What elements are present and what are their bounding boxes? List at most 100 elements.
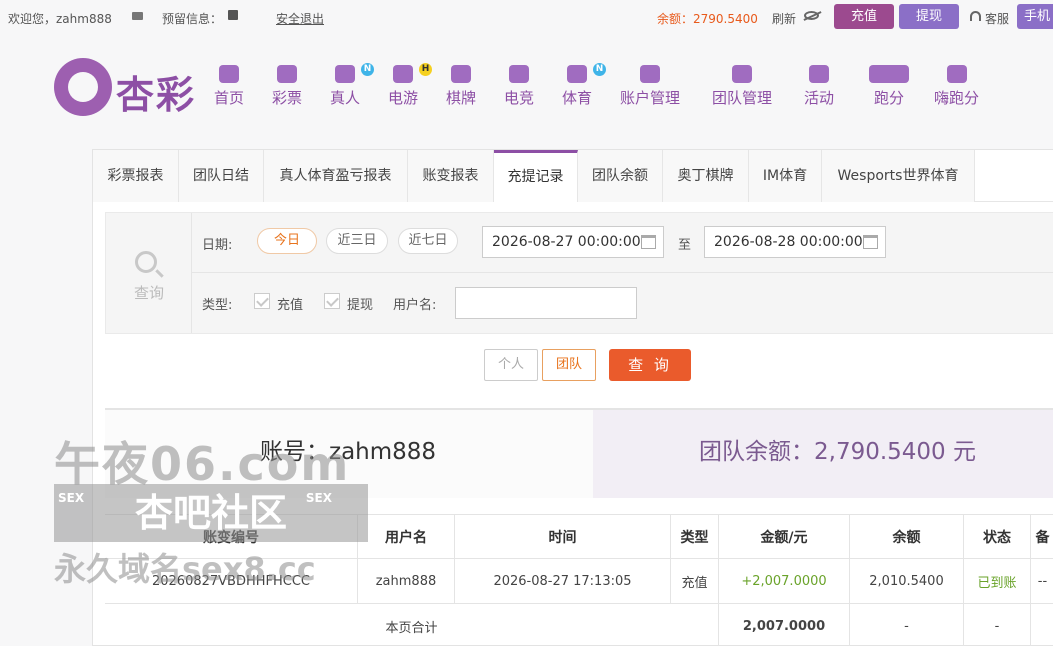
search-icon: [135, 251, 157, 273]
date-row: 日期: 今日 近三日 近七日 2026-08-27 00:00:00 至 202…: [192, 213, 1053, 273]
dealer-icon: [335, 65, 355, 83]
tab-live-sports-pl[interactable]: 真人体育盈亏报表: [264, 150, 408, 202]
total-note: [1031, 604, 1053, 646]
nav-label: 体育: [562, 89, 593, 107]
cell-status: 已到账: [964, 559, 1031, 603]
cell-amount: +2,007.0000: [719, 559, 850, 603]
logo-mark-icon: [54, 58, 112, 116]
tab-team-balance[interactable]: 团队余额: [578, 150, 663, 202]
charge-checkbox-label: 充值: [277, 298, 304, 313]
type-label: 类型:: [202, 298, 233, 313]
nav-label: 嗨跑分: [934, 89, 980, 107]
nav-team[interactable]: 团队管理: [712, 65, 772, 108]
type-row: 类型: 充值 提现 用户名:: [192, 273, 1053, 333]
tab-team-daily[interactable]: 团队日结: [179, 150, 264, 202]
calendar-icon: [863, 235, 878, 249]
col-time: 时间: [455, 515, 671, 558]
refresh-link[interactable]: 刷新: [772, 10, 796, 27]
table-total-row: 本页合计 2,007.0000 - -: [105, 604, 1053, 646]
balance-text: 余额：2790.5400: [657, 12, 758, 26]
site-logo[interactable]: 杏彩: [54, 58, 204, 118]
nav-chess[interactable]: 棋牌: [446, 65, 476, 108]
search-button[interactable]: 查 询: [609, 349, 691, 381]
cell-time: 2026-08-27 17:13:05: [455, 559, 671, 603]
tab-deposit-withdraw[interactable]: 充提记录: [494, 150, 578, 202]
to-label: 至: [678, 238, 692, 253]
nav-live[interactable]: N 真人: [330, 63, 375, 108]
date-to-input[interactable]: 2026-08-28 00:00:00: [704, 226, 886, 258]
nav-label: 棋牌: [446, 89, 477, 107]
ticket-icon: [277, 65, 297, 83]
welcome-text: 欢迎您，zahm888: [8, 12, 112, 26]
reserved-info-label: 预留信息：: [162, 12, 223, 26]
date-from-value: 2026-08-27 00:00:00: [492, 234, 641, 250]
cards-icon: [451, 65, 471, 83]
total-label: 本页合计: [105, 604, 719, 646]
cell-username: zahm888: [358, 559, 455, 603]
hi-icon: [946, 65, 967, 83]
tab-wesports[interactable]: Wesports世界体育: [822, 150, 975, 202]
col-type: 类型: [671, 515, 719, 558]
col-status: 状态: [964, 515, 1031, 558]
date-to-value: 2026-08-28 00:00:00: [714, 234, 863, 250]
nav-label: 电竞: [504, 89, 535, 107]
calendar-icon: [641, 235, 656, 249]
col-balance: 余额: [850, 515, 964, 558]
tab-lottery-report[interactable]: 彩票报表: [93, 150, 179, 202]
nav-label: 活动: [804, 89, 835, 107]
date-from-input[interactable]: 2026-08-27 00:00:00: [482, 226, 664, 258]
new-badge: N: [593, 63, 607, 76]
nav-esports[interactable]: 电竞: [504, 65, 534, 108]
date-label: 日期:: [202, 238, 233, 253]
mobile-button[interactable]: 手机: [1017, 4, 1053, 29]
withdraw-checkbox[interactable]: [324, 293, 340, 309]
team-icon: [732, 65, 752, 83]
nav-sports[interactable]: N 体育: [562, 63, 607, 108]
nav-label: 团队管理: [712, 89, 773, 107]
nav-label: 账户管理: [620, 89, 681, 107]
team-button[interactable]: 团队: [542, 349, 596, 381]
run-icon: [869, 65, 909, 83]
query-box: 查询 日期: 今日 近三日 近七日 2026-08-27 00:00:00 至 …: [105, 212, 1053, 334]
nav-run[interactable]: 跑分: [869, 65, 909, 108]
nav-lottery[interactable]: 彩票: [272, 65, 302, 108]
eye-hidden-icon[interactable]: [804, 11, 819, 20]
customer-service-link[interactable]: 客服: [985, 10, 1009, 27]
username-input[interactable]: [455, 287, 637, 319]
team-balance-text: 团队余额：2,790.5400 元: [699, 439, 976, 465]
charge-button[interactable]: 充值: [834, 4, 894, 29]
mail-icon[interactable]: [132, 12, 143, 20]
edit-icon[interactable]: [228, 10, 238, 20]
charge-checkbox[interactable]: [254, 293, 270, 309]
gift-icon: [809, 65, 829, 83]
nav-activity[interactable]: 活动: [804, 65, 834, 108]
logout-link[interactable]: 安全退出: [276, 10, 324, 27]
nav-hi-run[interactable]: 嗨跑分: [934, 65, 979, 108]
total-amount: 2,007.0000: [719, 604, 850, 646]
nav-slots[interactable]: H 电游: [388, 63, 433, 108]
query-side-label: 查询: [133, 284, 164, 302]
personal-button[interactable]: 个人: [484, 349, 538, 381]
today-button[interactable]: 今日: [257, 228, 317, 254]
cell-balance: 2,010.5400: [850, 559, 964, 603]
seven-days-button[interactable]: 近七日: [398, 228, 458, 254]
nav-label: 电游: [388, 89, 419, 107]
nav-label: 跑分: [873, 89, 904, 107]
withdraw-checkbox-label: 提现: [347, 298, 374, 313]
withdraw-button[interactable]: 提现: [899, 4, 959, 29]
cell-note: --: [1037, 573, 1048, 589]
nav-label: 首页: [214, 89, 245, 107]
tab-balance-change[interactable]: 账变报表: [408, 150, 494, 202]
yen-icon: [640, 65, 660, 83]
esports-icon: [509, 65, 529, 83]
nav-label: 彩票: [272, 89, 303, 107]
col-note: 备: [1035, 529, 1050, 546]
main-nav: 杏彩 首页 彩票 N 真人 H 电游 棋牌 电竞 N 体育 账户管理 团队管理 活动 …: [0, 40, 1053, 140]
tab-odin-chess[interactable]: 奥丁棋牌: [663, 150, 749, 202]
query-side: 查询: [106, 213, 192, 333]
logo-text: 杏彩: [116, 73, 197, 117]
nav-home[interactable]: 首页: [214, 65, 244, 108]
nav-account[interactable]: 账户管理: [620, 65, 680, 108]
three-days-button[interactable]: 近三日: [326, 228, 388, 254]
tab-im-sports[interactable]: IM体育: [749, 150, 822, 202]
